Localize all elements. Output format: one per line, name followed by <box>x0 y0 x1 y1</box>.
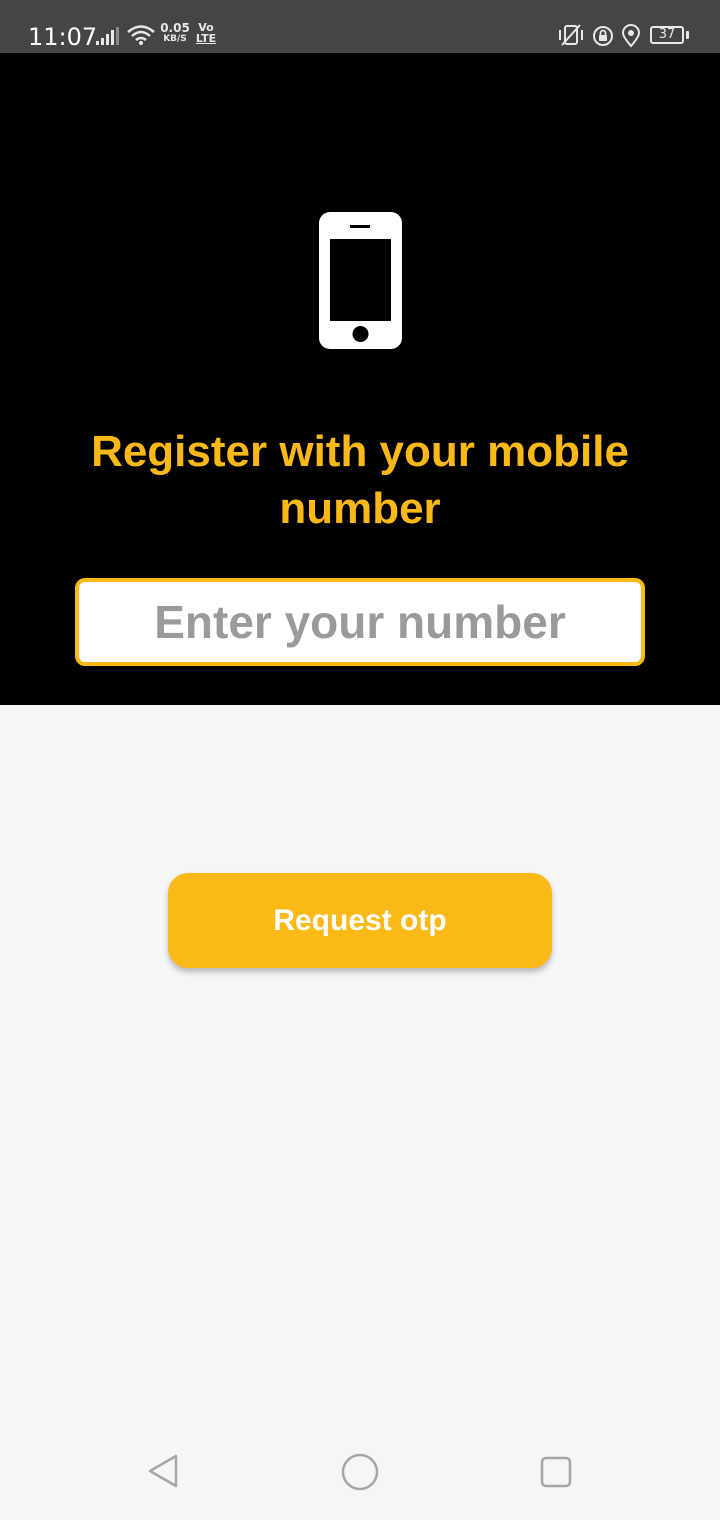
register-title: Register with your mobile number <box>91 427 629 533</box>
battery-icon: 37 <box>650 26 684 44</box>
vibrate-icon <box>556 24 586 51</box>
request-otp-button[interactable]: Request otp <box>168 873 552 968</box>
recents-icon[interactable] <box>540 1456 572 1493</box>
back-icon[interactable] <box>146 1453 182 1494</box>
home-icon[interactable] <box>341 1453 379 1496</box>
battery-tip <box>686 31 689 39</box>
status-bar: 11:07 0.05 KB/S Vo LTE 37 <box>0 0 720 53</box>
status-time: 11:07 <box>28 23 98 51</box>
location-icon <box>621 24 641 53</box>
volte-indicator: Vo LTE <box>195 21 217 45</box>
mobile-phone-icon <box>319 212 402 354</box>
register-hero: Register with your mobile number <box>0 53 720 705</box>
network-speed: 0.05 KB/S <box>160 21 190 44</box>
signal-icon <box>96 27 120 50</box>
phone-number-input[interactable] <box>75 578 645 666</box>
lock-rotation-icon <box>592 25 614 52</box>
wifi-icon <box>126 24 156 51</box>
